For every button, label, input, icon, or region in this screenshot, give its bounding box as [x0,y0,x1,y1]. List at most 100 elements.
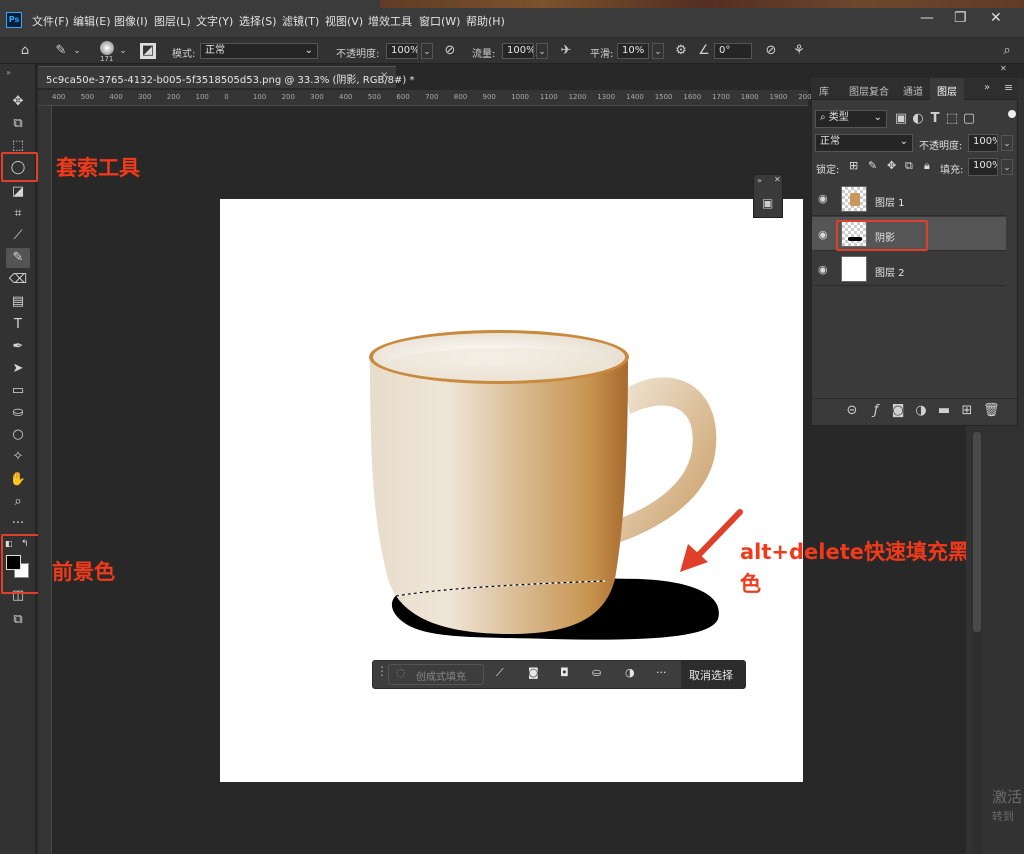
custom-shape-tool-icon[interactable]: ✧ [6,447,30,467]
menu-help[interactable]: 帮助(H) [466,13,505,29]
fill-input[interactable]: 100% [968,158,998,176]
menu-edit[interactable]: 编辑(E) [73,13,111,29]
panel-expand-icon[interactable]: » [984,82,990,93]
collapse-icon[interactable]: » [6,68,11,77]
menu-select[interactable]: 选择(S) [239,13,277,29]
trash-icon[interactable]: 🗑︎ [983,403,1000,419]
panel-close-icon[interactable]: ✕ [1000,64,1007,73]
blend-mode-select[interactable]: 正常 ⌄ [815,134,913,152]
chevron-down-icon[interactable]: ⌄ [536,43,548,59]
artboard-tool-icon[interactable]: ⧉ [6,114,30,134]
menu-filter[interactable]: 滤镜(T) [282,13,319,29]
modify-selection-icon[interactable]: ◙ [528,666,539,679]
brush-settings-icon[interactable]: ◩ [140,43,156,59]
restore-icon[interactable]: ❐ [954,10,967,26]
add-mask-icon[interactable]: ◙ [891,403,905,419]
menu-view[interactable]: 视图(V) [325,13,363,29]
opacity-input[interactable]: 100% [386,43,418,59]
select-subject-icon[interactable]: ⟋ [496,666,504,680]
eraser-tool-icon[interactable]: ⌫ [6,270,30,290]
panel-menu-icon[interactable]: ≡ [1004,81,1013,94]
pressure-size-icon[interactable]: ⊘ [762,43,780,59]
filter-shape-icon[interactable]: ⬚ [945,111,959,127]
tab-close-icon[interactable]: × [380,70,388,81]
chevron-down-icon[interactable]: ⌄ [421,43,433,59]
lock-position-icon[interactable]: ✥ [887,159,896,172]
brush-preset-icon[interactable]: ✎ [52,43,70,59]
gear-icon[interactable]: ⚙ [672,43,690,59]
pen-tool-icon[interactable]: ✒ [6,337,30,357]
zoom-tool-icon[interactable]: ⌕ [6,492,30,512]
scrollbar-thumb[interactable] [973,432,981,632]
gradient-tool-icon[interactable]: ▤ [6,292,30,312]
chevron-down-icon[interactable]: ⌄ [652,43,664,59]
minimize-icon[interactable]: — [920,10,934,26]
move-tool-icon[interactable]: ✥ [6,92,30,112]
more-icon[interactable]: ··· [656,666,667,679]
chevron-down-icon[interactable]: ⌄ [118,43,128,59]
filter-type-icon[interactable]: T [928,111,942,127]
filter-smart-object-icon[interactable]: ▢ [962,111,976,127]
type-tool-icon[interactable]: T [6,315,30,335]
screen-mode-icon[interactable]: ⧉ [6,610,30,630]
lock-pixels-icon[interactable]: ✎ [868,159,877,172]
menu-type[interactable]: 文字(Y) [196,13,233,29]
document-canvas[interactable] [220,199,803,782]
group-folder-icon[interactable]: ▬ [937,403,951,419]
tab-layers[interactable]: 图层 [937,83,957,98]
path-select-tool-icon[interactable]: ➤ [6,359,30,379]
layer-name[interactable]: 图层 1 [875,194,905,209]
menu-image[interactable]: 图像(I) [114,13,148,29]
filter-pixel-icon[interactable]: ▣ [894,111,908,127]
brush-size-icon[interactable] [100,41,114,55]
mask-icon[interactable]: ◘ [560,666,569,679]
layer-filter-select[interactable]: ⌕ 类型 ⌄ [815,110,887,128]
adjustment-icon[interactable]: ◑ [625,666,635,679]
symmetry-icon[interactable]: ⚘ [790,43,808,59]
airbrush-icon[interactable]: ✈ [557,43,575,59]
visibility-eye-icon[interactable]: ◉ [818,263,828,276]
search-icon[interactable]: ⌕ [998,43,1016,59]
brush-tool-icon[interactable]: ✎ [6,248,30,268]
home-icon[interactable]: ⌂ [16,43,34,59]
eyedropper-tool-icon[interactable]: ⟋ [6,226,30,246]
menu-layer[interactable]: 图层(L) [154,13,191,29]
lock-artboard-icon[interactable]: ⧉ [905,159,913,173]
more-tools-icon[interactable]: ··· [6,514,30,534]
tab-channels[interactable]: 通道 [903,83,923,98]
drag-handle-icon[interactable]: ⋮ [376,664,388,678]
rectangle-tool-icon[interactable]: ▭ [6,381,30,401]
new-layer-icon[interactable]: ⊞ [960,403,974,419]
visibility-eye-icon[interactable]: ◉ [818,228,828,241]
angle-input[interactable]: 0° [714,43,752,59]
paint-bucket-tool-icon[interactable]: ⛀ [6,403,30,423]
visibility-eye-icon[interactable]: ◉ [818,192,828,205]
lock-all-icon[interactable]: 🔒︎ [924,159,930,173]
tab-libraries[interactable]: 库 [819,83,829,98]
fill-icon[interactable]: ⛀ [592,666,601,679]
mini-panel-close-icon[interactable]: ✕ [774,175,781,184]
mini-panel-expand-icon[interactable]: » [757,176,762,185]
chevron-down-icon[interactable]: ⌄ [1001,159,1013,175]
menu-window[interactable]: 窗口(W) [419,13,460,29]
flow-input[interactable]: 100% [502,43,534,59]
layer-name[interactable]: 图层 2 [875,264,905,279]
crop-tool-icon[interactable]: ⌗ [6,204,30,224]
lock-transparent-icon[interactable]: ⊞ [849,159,858,172]
link-layers-icon[interactable]: ⊝ [845,403,859,419]
fx-icon[interactable]: ƒ [868,403,884,419]
adjustment-layer-icon[interactable]: ◑ [914,403,928,419]
chevron-down-icon[interactable]: ⌄ [72,43,82,59]
filter-toggle-icon[interactable] [1008,110,1016,118]
mode-select[interactable]: 正常 ⌄ [200,43,318,59]
object-select-tool-icon[interactable]: ◪ [6,182,30,202]
hand-tool-icon[interactable]: ✋ [6,470,30,490]
close-icon[interactable]: ✕ [990,10,1002,26]
menu-file[interactable]: 文件(F) [32,13,69,29]
menu-plugins[interactable]: 增效工具 [368,13,412,29]
smooth-input[interactable]: 10% [617,43,649,59]
chevron-down-icon[interactable]: ⌄ [1001,135,1013,151]
pressure-opacity-icon[interactable]: ⊘ [441,43,459,59]
ellipse-tool-icon[interactable]: ○ [6,425,30,445]
tab-layer-comps[interactable]: 图层复合 [849,83,889,98]
